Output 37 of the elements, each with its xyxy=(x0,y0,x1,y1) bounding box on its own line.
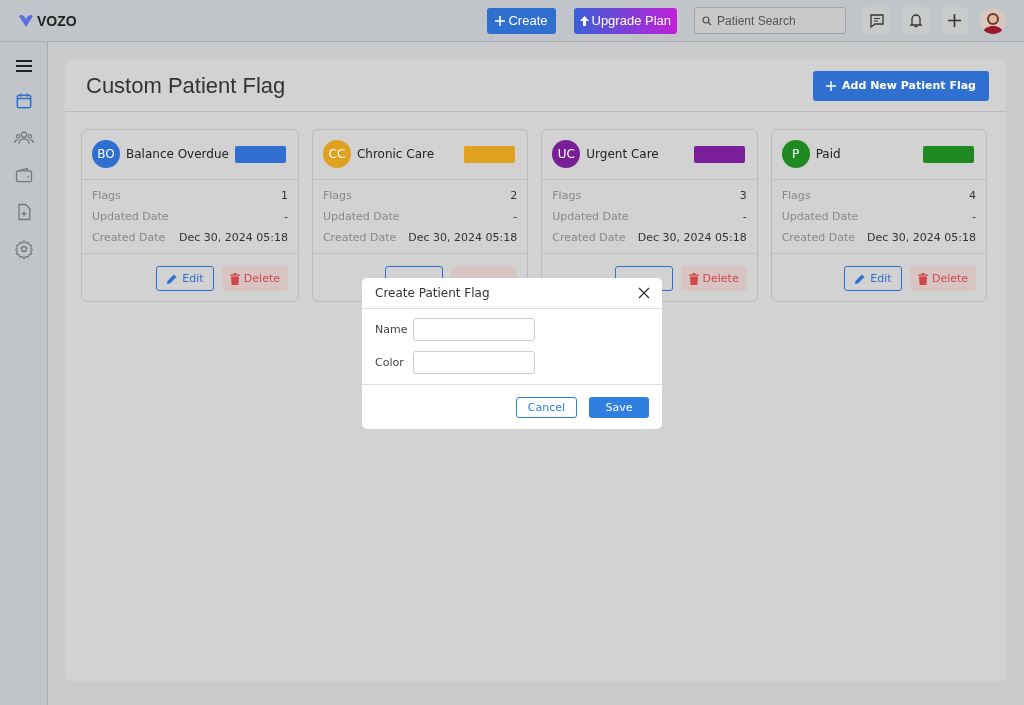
flag-name: Chronic Care xyxy=(356,147,436,161)
field-label: Flags xyxy=(781,189,811,202)
field-label: Created Date xyxy=(322,231,397,244)
flag-name: Urgent Care xyxy=(586,147,660,161)
initials-avatar: P xyxy=(781,140,810,168)
field-label: Name xyxy=(375,323,409,336)
initials-avatar: BO xyxy=(92,140,120,168)
field-value: 3 xyxy=(739,189,747,202)
initials-avatar: UC xyxy=(552,140,581,168)
field-label: Flags xyxy=(552,189,582,202)
field-label: Created Date xyxy=(781,231,855,244)
field-value: 4 xyxy=(969,189,976,202)
dialog-title: Create Patient Flag xyxy=(375,286,490,300)
field-value: Dec 30, 2024 05:18 xyxy=(867,231,976,244)
page-title: Custom Patient Flag xyxy=(86,72,286,99)
field-value: - xyxy=(283,210,288,223)
field-label: Created Date xyxy=(92,231,166,244)
field-value: - xyxy=(513,210,518,223)
field-value: 1 xyxy=(280,189,288,202)
field-value: - xyxy=(972,210,976,223)
field-value: Dec 30, 2024 05:18 xyxy=(637,231,747,244)
field-label: Updated Date xyxy=(552,210,629,223)
field-label: Updated Date xyxy=(322,210,400,223)
flag-name: Paid xyxy=(815,147,842,161)
field-label: Flags xyxy=(92,189,121,202)
flag-name: Balance Overdue xyxy=(126,147,229,161)
field-value: Dec 30, 2024 05:18 xyxy=(408,231,518,244)
logo-text: VOZO xyxy=(37,12,77,29)
field-label: Updated Date xyxy=(92,210,169,223)
field-value: Dec 30, 2024 05:18 xyxy=(178,231,288,244)
field-label: Flags xyxy=(322,189,352,202)
field-label: Created Date xyxy=(552,231,626,244)
field-value: - xyxy=(742,210,747,223)
field-label: Color xyxy=(375,356,405,369)
initials-avatar: CC xyxy=(322,140,351,168)
field-value: 2 xyxy=(510,189,518,202)
field-label: Updated Date xyxy=(781,210,859,223)
